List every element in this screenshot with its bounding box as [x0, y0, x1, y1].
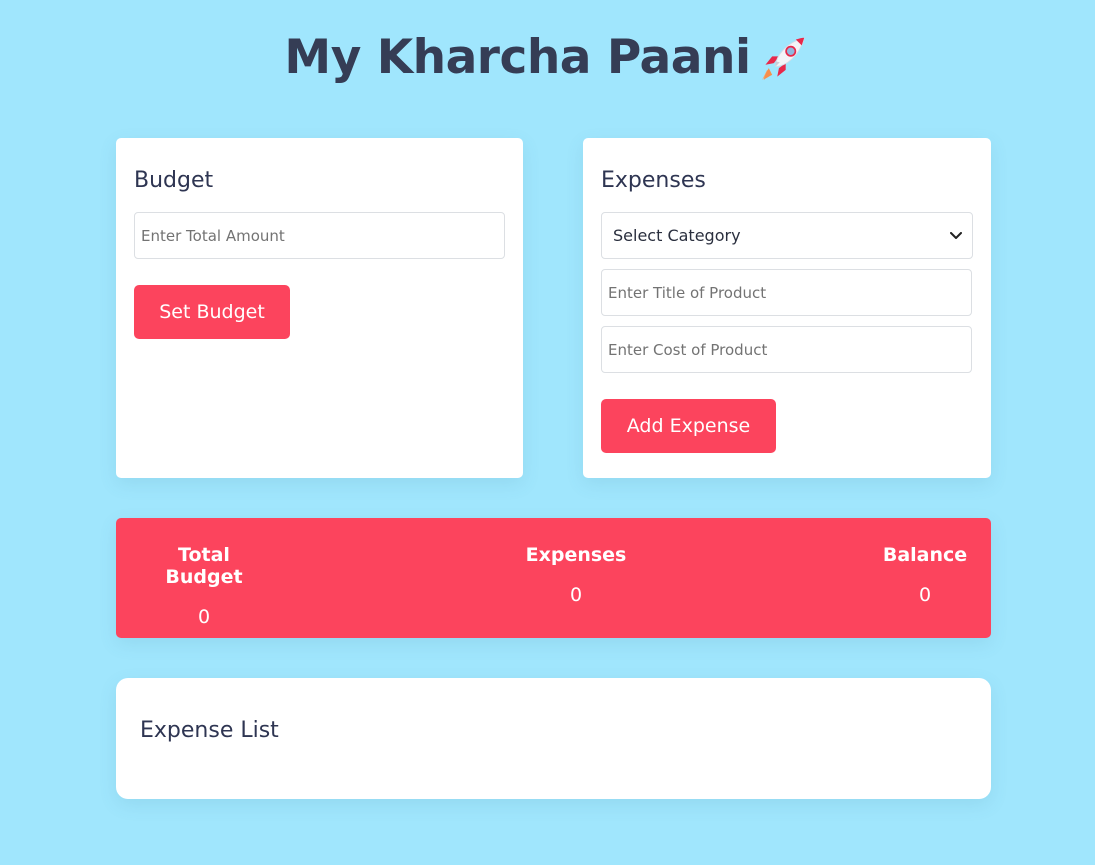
balance-value: 0 [918, 584, 932, 606]
total-budget-summary: Total Budget 0 [140, 544, 268, 628]
total-budget-label: Total Budget [165, 544, 243, 588]
total-budget-value: 0 [197, 606, 211, 628]
expense-list-card: Expense List [116, 678, 991, 799]
expenses-total-value: 0 [569, 584, 583, 606]
category-select[interactable]: Select Category [601, 212, 973, 259]
expenses-card: Expenses Select Category Add Expense [583, 138, 991, 478]
app-header: My Kharcha Paani [0, 30, 1095, 85]
category-select-value: Select Category [613, 226, 741, 245]
budget-card: Budget Set Budget [116, 138, 523, 478]
product-title-input[interactable] [601, 269, 972, 316]
product-cost-input[interactable] [601, 326, 972, 373]
set-budget-button[interactable]: Set Budget [134, 285, 290, 339]
expenses-summary: Expenses 0 [516, 544, 636, 606]
expense-list-heading: Expense List [140, 718, 279, 743]
app-title: My Kharcha Paani [284, 30, 751, 85]
expenses-total-label: Expenses [525, 544, 627, 566]
total-amount-input[interactable] [134, 212, 505, 259]
summary-bar: Total Budget 0 Expenses 0 Balance 0 [116, 518, 991, 638]
rocket-icon [761, 36, 805, 80]
chevron-down-icon [950, 231, 962, 239]
expenses-heading: Expenses [601, 168, 706, 193]
add-expense-button[interactable]: Add Expense [601, 399, 776, 453]
balance-label: Balance [882, 544, 968, 566]
app-page: My Kharcha Paani Budget Set Budget Expen… [0, 0, 1095, 865]
balance-summary: Balance 0 [880, 544, 970, 606]
budget-heading: Budget [134, 168, 214, 193]
